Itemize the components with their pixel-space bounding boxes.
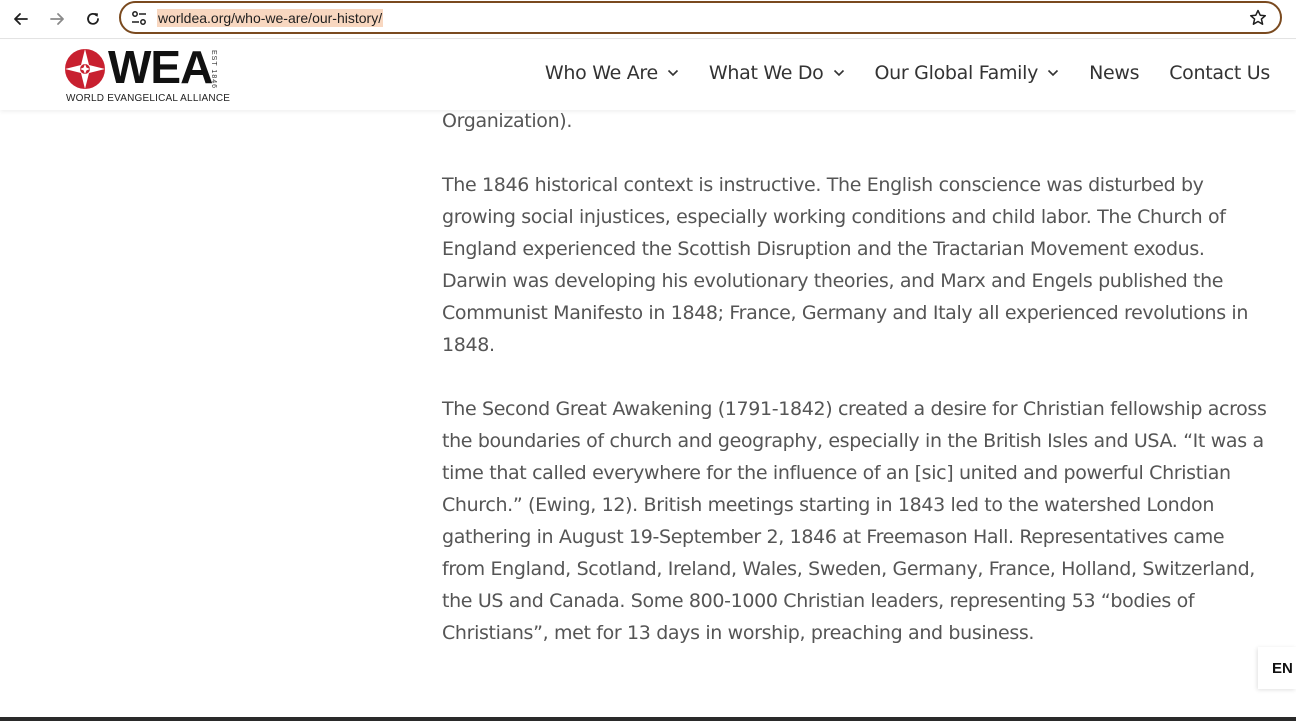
reload-button[interactable]: [80, 6, 106, 32]
nav-label: Contact Us: [1169, 62, 1270, 84]
site-header: WEA EST 1846 WORLD EVANGELICAL ALLIANCE …: [0, 40, 1296, 110]
chevron-down-icon: [833, 69, 844, 77]
arrow-left-icon: [14, 13, 28, 25]
nav-label: News: [1089, 62, 1140, 84]
nav-who-we-are[interactable]: Who We Are: [545, 62, 679, 84]
site-info-icon[interactable]: [130, 10, 148, 26]
nav-label: Who We Are: [544, 62, 658, 84]
nav-our-global-family[interactable]: Our Global Family: [875, 62, 1060, 84]
logo-wordmark: WEA: [108, 41, 213, 93]
url-text[interactable]: worldea.org/who-we-are/our-history/: [157, 9, 384, 27]
nav-label: What We Do: [708, 62, 824, 84]
paragraph: The 1846 historical context is instructi…: [442, 174, 1249, 356]
nav-label: Our Global Family: [874, 62, 1039, 84]
language-label: EN: [1272, 659, 1293, 677]
main-navigation: Who We Are What We Do Our Global Family …: [515, 62, 1270, 84]
bottom-edge-bar: [0, 717, 1296, 721]
paragraph: The Second Great Awakening (1791-1842) c…: [442, 398, 1267, 644]
browser-toolbar: worldea.org/who-we-are/our-history/: [0, 0, 1296, 39]
reload-icon: [87, 12, 99, 25]
logo-established: EST 1846: [210, 50, 217, 90]
nav-what-we-do[interactable]: What We Do: [709, 62, 845, 84]
address-bar[interactable]: worldea.org/who-we-are/our-history/: [119, 1, 1282, 34]
nav-news[interactable]: News: [1089, 62, 1139, 84]
language-switcher[interactable]: EN: [1258, 647, 1296, 689]
nav-contact-us[interactable]: Contact Us: [1169, 62, 1270, 84]
chevron-down-icon: [667, 69, 678, 77]
arrow-right-icon: [50, 13, 64, 25]
logo-subtitle: WORLD EVANGELICAL ALLIANCE: [66, 93, 231, 104]
bookmark-star-icon[interactable]: [1248, 8, 1268, 28]
back-button[interactable]: [8, 6, 34, 32]
article-body: Organization). The 1846 historical conte…: [442, 105, 1272, 681]
wea-logo[interactable]: WEA EST 1846 WORLD EVANGELICAL ALLIANCE: [64, 41, 234, 105]
wea-cross-emblem-icon: [65, 49, 105, 89]
forward-button[interactable]: [44, 6, 70, 32]
chevron-down-icon: [1047, 69, 1059, 77]
